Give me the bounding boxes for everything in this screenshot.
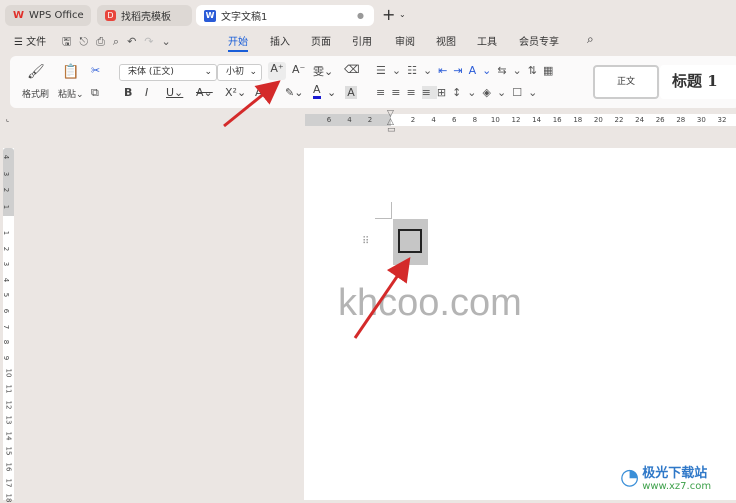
arrow-to-square: [353, 257, 411, 339]
site-logo: ◔ 极光下载站 www.xz7.com: [620, 464, 712, 493]
arrow-to-increase-font: [223, 80, 281, 128]
annotation-arrows: [223, 80, 411, 339]
swirl-logo-icon: ◔: [620, 464, 640, 490]
